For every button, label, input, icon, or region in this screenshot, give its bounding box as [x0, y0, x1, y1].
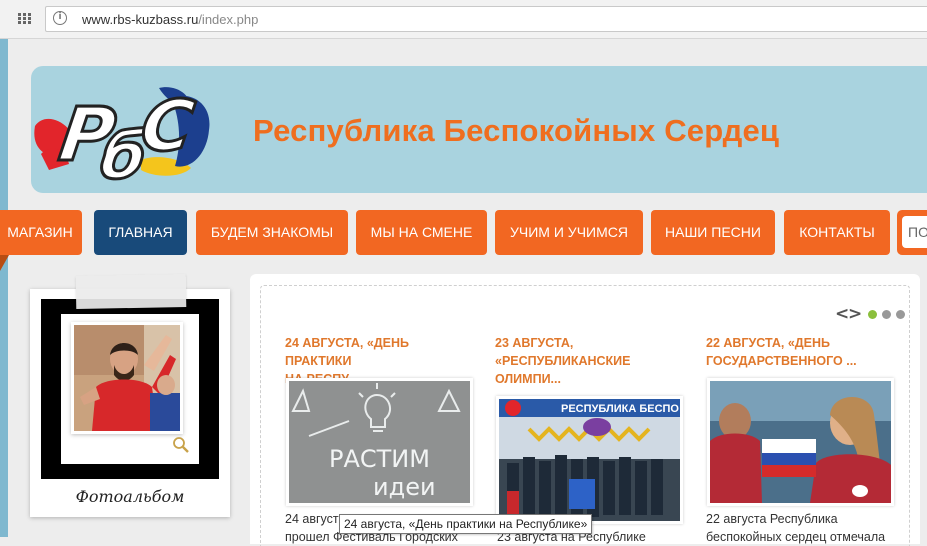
news-image-2[interactable]: РЕСПУБЛИКА БЕСПО [499, 399, 680, 521]
tooltip: 24 августа, «День практики на Республике… [339, 514, 593, 534]
slider-dot-2[interactable] [882, 310, 891, 319]
album-card [61, 314, 199, 464]
news-image-1-text-1: РАСТИМ [329, 445, 430, 473]
news-title-2[interactable]: 23 АВГУСТА, «РЕСПУБЛИКАНСКИЕ ОЛИМПИ... [495, 334, 687, 388]
news-title-2-line2: «РЕСПУБЛИКАНСКИЕ [495, 354, 631, 368]
left-decor-stripe [0, 39, 8, 537]
news-image-1[interactable]: РАСТИМ идеи [289, 381, 470, 503]
ribbon-fold [0, 255, 9, 271]
album-photo[interactable] [74, 325, 180, 431]
magnifier-icon[interactable] [172, 436, 190, 454]
news-title-2-line1: 23 АВГУСТА, [495, 336, 574, 350]
site-header: Р б С Республика Беспокойных Сердец [31, 66, 927, 193]
news-title-1[interactable]: 24 АВГУСТА, «ДЕНЬ ПРАКТИКИ НА РЕСПУ... [285, 334, 477, 388]
site-title: Республика Беспокойных Сердец [253, 113, 780, 148]
news-title-3-line2: ГОСУДАРСТВЕННОГО ... [706, 354, 857, 368]
news-image-2-banner: РЕСПУБЛИКА БЕСПО [561, 403, 679, 415]
flag-russia [762, 439, 816, 477]
nav-search-box: ПО [897, 210, 927, 255]
news-title-2-line3: ОЛИМПИ... [495, 372, 561, 386]
album-tape [75, 274, 187, 309]
news-title-3-line1: 22 АВГУСТА, «ДЕНЬ [706, 336, 831, 350]
nav-home[interactable]: ГЛАВНАЯ [94, 210, 187, 255]
news-title-1-line1: 24 АВГУСТА, «ДЕНЬ ПРАКТИКИ [285, 336, 410, 368]
album-frame [41, 299, 219, 479]
url-text[interactable]: www.rbs-kuzbass.ru/index.php [82, 12, 258, 27]
slider-dot-1[interactable] [868, 310, 877, 319]
news-text-3-line2: беспокойных сердец отмечала [706, 530, 886, 544]
search-input[interactable]: ПО [902, 216, 927, 248]
browser-toolbar: i www.rbs-kuzbass.ru/index.php [0, 0, 927, 39]
news-text-3: 22 августа Республика беспокойных сердец… [706, 510, 896, 546]
news-image-3[interactable] [710, 381, 891, 503]
nav-songs[interactable]: НАШИ ПЕСНИ [651, 210, 775, 255]
address-bar[interactable]: i www.rbs-kuzbass.ru/index.php [45, 6, 927, 32]
nav-about[interactable]: БУДЕМ ЗНАКОМЫ [196, 210, 348, 255]
album-caption[interactable]: Фотоальбом [30, 487, 230, 506]
news-text-3-line1: 22 августа Республика [706, 512, 838, 526]
info-icon[interactable]: i [53, 11, 67, 25]
chevron-right-icon[interactable]: > [848, 306, 862, 323]
url-path: /index.php [198, 12, 259, 27]
nav-on-shift[interactable]: МЫ НА СМЕНЕ [356, 210, 487, 255]
apps-grid-icon[interactable] [18, 13, 32, 25]
slider-dot-3[interactable] [896, 310, 905, 319]
slider-controls: < > [835, 306, 910, 323]
news-title-3[interactable]: 22 АВГУСТА, «ДЕНЬ ГОСУДАРСТВЕННОГО ... [706, 334, 898, 370]
site-logo[interactable]: Р б С [31, 74, 216, 186]
news-image-1-text-2: идеи [373, 473, 436, 501]
nav-shop[interactable]: МАГАЗИН [0, 210, 82, 255]
nav-learn[interactable]: УЧИМ И УЧИМСЯ [495, 210, 643, 255]
nav-contacts[interactable]: КОНТАКТЫ [784, 210, 890, 255]
photo-album-widget[interactable]: Фотоальбом [30, 274, 230, 517]
url-host: www.rbs-kuzbass.ru [82, 12, 199, 27]
